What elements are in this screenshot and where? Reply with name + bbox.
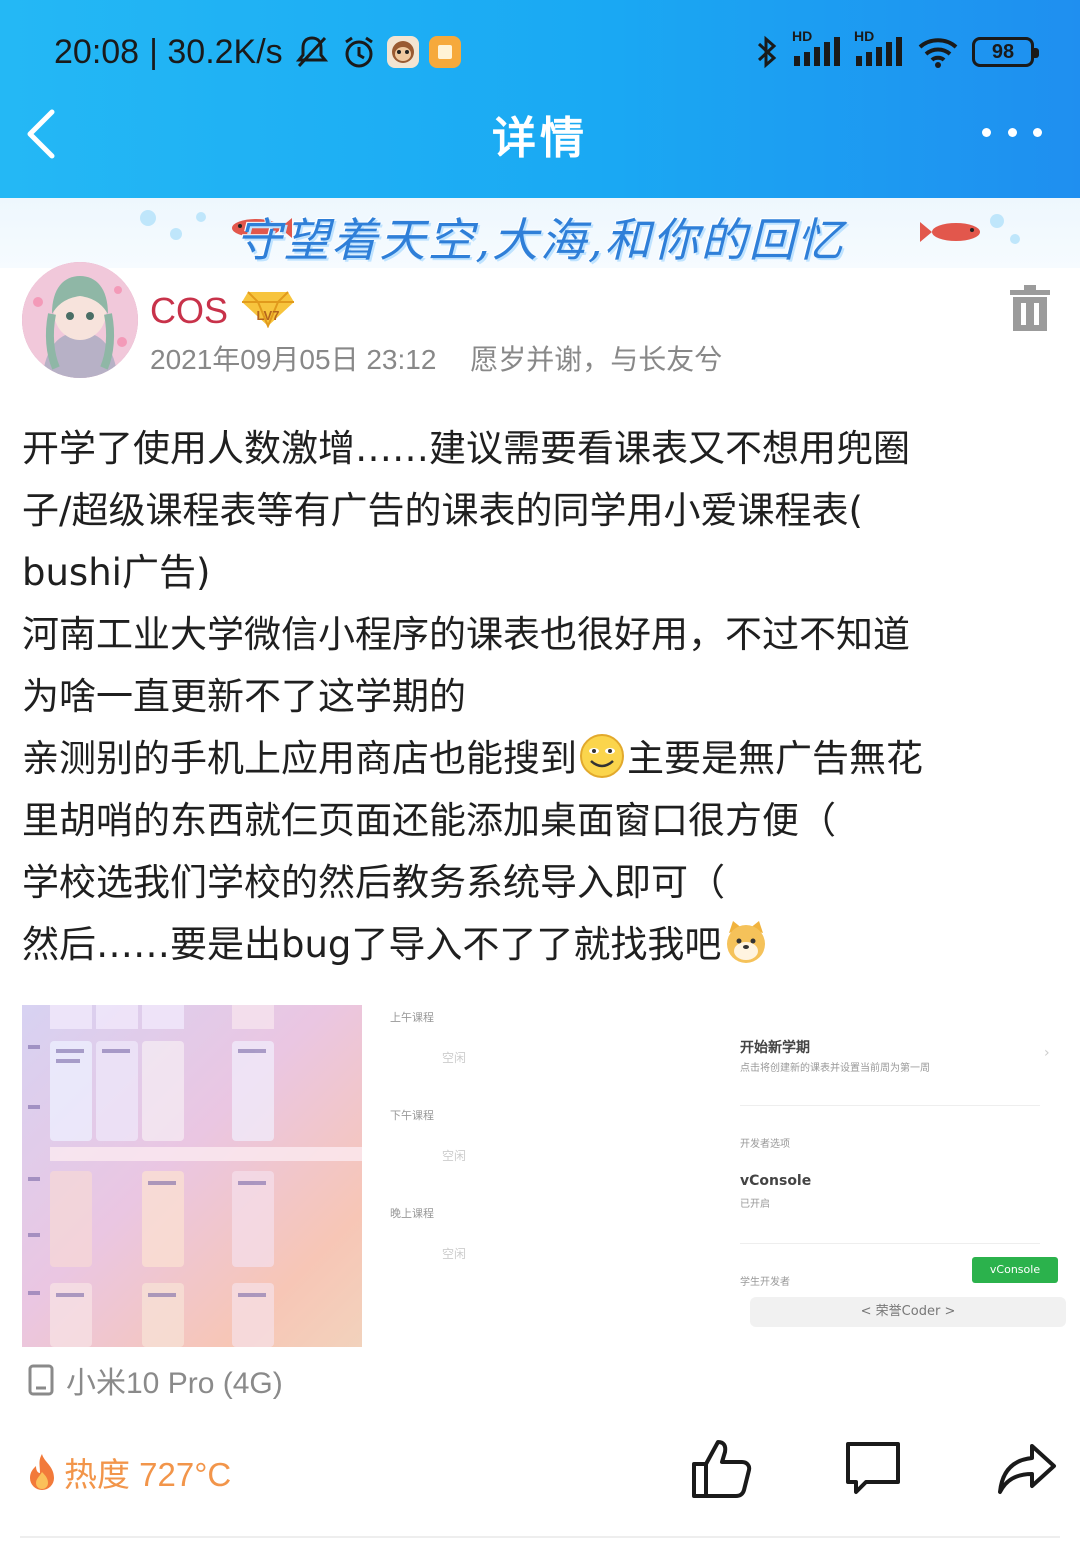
notes-app-icon	[428, 36, 461, 68]
settings-screenshot[interactable]: 开始新学期 点击将创建新的课表并设置当前周为第一周 › 开发者选项 vConso…	[722, 1005, 1066, 1347]
vconsole-status: 已开启	[740, 1199, 770, 1210]
share-icon	[998, 1444, 1056, 1494]
post-text-line: 里胡哨的东西就仨页面还能添加桌面窗口很方便（	[22, 799, 836, 842]
monkey-app-icon	[386, 36, 419, 68]
wifi-icon	[916, 34, 960, 70]
post-text-segment: 亲测别的手机上应用商店也能搜到	[22, 737, 577, 780]
top-app-bar: 20:08 | 30.2K/s HD HD 98 详情	[0, 0, 1080, 198]
more-icon-dot	[1033, 127, 1042, 137]
post-text-segment: 主要是無广告無花	[627, 737, 923, 780]
status-net-speed: | 30.2K/s	[149, 32, 283, 71]
schedule-screenshot-1[interactable]	[22, 1005, 362, 1347]
timetable-thumbnail-icon	[28, 1005, 362, 1347]
mute-icon	[293, 34, 331, 70]
status-bar: 20:08 | 30.2K/s HD HD 98	[54, 26, 1039, 78]
author-signature: 愿岁并谢，与长友兮	[470, 344, 723, 375]
avatar[interactable]	[22, 262, 138, 378]
user-banner: 守望着天空,大海,和你的回忆	[0, 198, 1080, 268]
device-name: 小米10 Pro (4G)	[66, 1367, 283, 1400]
post-text-line: 为啥一直更新不了这学期的	[22, 675, 466, 718]
heat-indicator: 热度 727°C	[24, 1448, 231, 1496]
more-icon-dot	[982, 127, 991, 137]
post-content: 开学了使用人数激增……建议需要看课表又不想用兜圈 子/超级课程表等有广告的课表的…	[22, 418, 1062, 976]
signal-icon-2: HD	[854, 28, 904, 70]
banner-text: 守望着天空,大海,和你的回忆	[235, 213, 845, 267]
fire-icon	[30, 1454, 54, 1490]
post-text-line: 然后……要是出bug了导入不了了就找我吧	[22, 914, 1062, 976]
evening-label: 晚上课程	[390, 1207, 434, 1220]
heat-text: 热度 727°C	[64, 1456, 232, 1493]
post-datetime: 2021年09月05日 23:12	[150, 344, 437, 375]
alarm-icon	[341, 34, 377, 70]
post-text-line: 开学了使用人数激增……建议需要看课表又不想用兜圈	[22, 427, 910, 470]
post-text-segment: 然后……要是出bug了导入不了了就找我吧	[22, 923, 722, 966]
empty-label: 空闲	[442, 1149, 467, 1163]
post-text-line: 子/超级课程表等有广告的课表的同学用小爱课程表(	[22, 489, 863, 532]
phone-icon	[28, 1364, 54, 1396]
battery-indicator: 98	[972, 37, 1039, 67]
new-term-title: 开始新学期	[740, 1040, 810, 1056]
new-term-desc: 点击将创建新的课表并设置当前周为第一周	[740, 1063, 930, 1074]
vconsole-button: vConsole	[972, 1257, 1058, 1283]
honor-coder-chip: < 荣誉Coder >	[750, 1297, 1066, 1327]
morning-label: 上午课程	[390, 1011, 434, 1024]
post-text-line: 学校选我们学校的然后教务系统导入即可（	[22, 861, 725, 904]
nav-bar: 详情	[0, 92, 1080, 176]
divider	[20, 1536, 1060, 1538]
chevron-right-icon: ›	[1044, 1045, 1050, 1061]
vconsole-title: vConsole	[740, 1173, 812, 1189]
post-text-line: bushi广告)	[22, 551, 211, 594]
post-meta: 2021年09月05日 23:12 愿岁并谢，与长友兮	[150, 338, 722, 378]
schedule-screenshot-2[interactable]: 上午课程 空闲 下午课程 空闲 晚上课程 空闲	[382, 1005, 712, 1347]
signal-icon-1: HD	[792, 28, 842, 70]
afternoon-label: 下午课程	[390, 1109, 434, 1122]
empty-label: 空闲	[442, 1051, 467, 1065]
page-title: 详情	[492, 113, 588, 164]
divider	[740, 1243, 1040, 1244]
post-text-line: 亲测别的手机上应用商店也能搜到 主要是無广告無花	[22, 728, 1062, 790]
empty-label: 空闲	[442, 1247, 467, 1261]
diamond-level-icon: LV7	[242, 291, 294, 329]
grin-emoji-icon	[579, 733, 625, 779]
delete-button[interactable]	[1010, 283, 1050, 333]
more-icon-dot	[1007, 127, 1017, 137]
more-button[interactable]	[982, 120, 1042, 144]
status-time: 20:08	[54, 32, 140, 71]
dev-options-label: 开发者选项	[740, 1139, 790, 1150]
comment-icon	[846, 1442, 900, 1494]
level-text: LV7	[257, 308, 280, 323]
share-button[interactable]	[996, 1436, 1058, 1500]
post-images: 上午课程 空闲 下午课程 空闲 晚上课程 空闲 开始新学期 点击将创建新的课表并…	[22, 1005, 1066, 1347]
device-info: 小米10 Pro (4G)	[28, 1360, 283, 1400]
comment-button[interactable]	[842, 1436, 904, 1500]
student-dev-label: 学生开发者	[740, 1277, 790, 1288]
bluetooth-icon	[754, 34, 780, 70]
doge-emoji-icon	[723, 919, 769, 965]
anime-avatar-icon	[22, 262, 138, 378]
post-text-line: 河南工业大学微信小程序的课表也很好用，不过不知道	[22, 613, 910, 656]
thumbs-up-icon	[692, 1440, 752, 1498]
trash-icon	[1010, 285, 1050, 331]
like-button[interactable]	[690, 1436, 752, 1500]
author-name[interactable]: COS	[150, 290, 228, 332]
divider	[740, 1105, 1040, 1106]
level-badge: LV7	[242, 286, 294, 329]
